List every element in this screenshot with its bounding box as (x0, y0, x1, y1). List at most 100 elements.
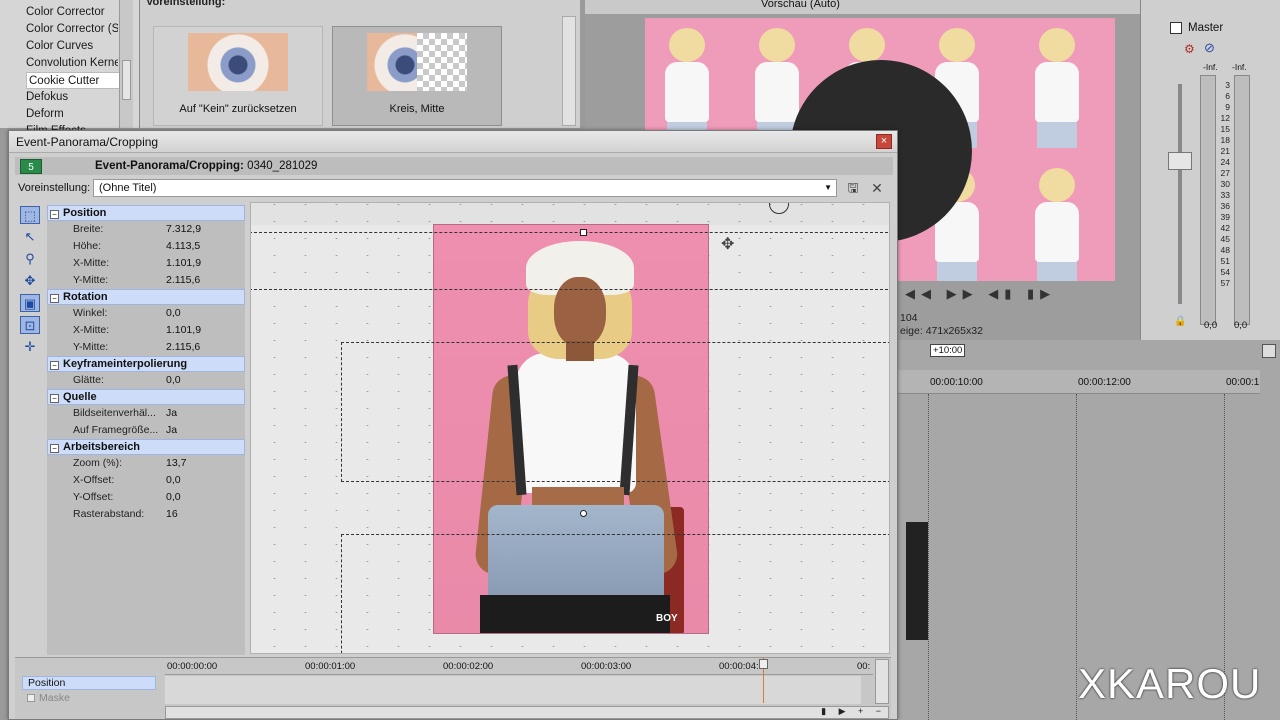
fx-list-item[interactable]: Color Curves (26, 38, 118, 55)
property-row[interactable]: Winkel: 0,0 (47, 305, 245, 322)
property-row[interactable]: Rasterabstand: 16 (47, 506, 245, 523)
watermark-text: XKAROU (1078, 660, 1262, 707)
property-row[interactable]: Auf Framegröße... Ja (47, 422, 245, 439)
collapse-icon[interactable]: − (50, 361, 59, 370)
property-row[interactable]: X-Mitte: 1.101,9 (47, 322, 245, 339)
property-row[interactable]: Bildseitenverhäl... Ja (47, 405, 245, 422)
keyframe-track-lane[interactable] (165, 676, 861, 704)
mask-checkbox[interactable] (27, 694, 35, 702)
meter-scale-tick: 24 (1220, 157, 1230, 167)
zoom-tool-icon[interactable]: ⚲ (20, 250, 40, 268)
preset-label: Voreinstellung: (18, 182, 91, 194)
lock-icon[interactable]: 🔒 (1174, 316, 1186, 327)
property-value[interactable]: 0,0 (166, 372, 181, 389)
property-section-header[interactable]: − Position (47, 205, 245, 221)
property-value[interactable]: 1.101,9 (166, 255, 201, 272)
property-value[interactable]: 7.312,9 (166, 221, 201, 238)
transport-controls[interactable]: ◀◀ ▶▶ ◀▮ ▮▶ (905, 286, 1056, 302)
move-cursor-icon: ✥ (721, 236, 735, 253)
property-section-header[interactable]: − Keyframeinterpolierung (47, 356, 245, 372)
pointer-tool-icon[interactable]: ↖ (20, 228, 40, 246)
property-value[interactable]: 0,0 (166, 305, 181, 322)
preset-scrollbar[interactable] (562, 16, 576, 126)
timeline-mark: 00:00:10:00 (930, 377, 983, 388)
collapse-icon[interactable]: − (50, 394, 59, 403)
property-row[interactable]: Zoom (%): 13,7 (47, 455, 245, 472)
close-button[interactable]: × (876, 134, 892, 149)
meter-peak-right: -Inf. (1232, 62, 1247, 72)
fx-list-item[interactable]: Defokus (26, 89, 118, 106)
figure-body (665, 62, 709, 122)
property-value[interactable]: 2.115,6 (166, 272, 200, 289)
property-value[interactable]: 13,7 (166, 455, 186, 472)
crop-canvas[interactable]: BOY ✥ (250, 202, 890, 654)
keyframe-vertical-scrollbar[interactable] (875, 659, 889, 704)
plugin-chain-badge[interactable]: 5 (20, 159, 42, 174)
property-value[interactable]: Ja (166, 405, 177, 422)
master-fader-track (1178, 84, 1182, 304)
fx-list-item[interactable]: Color Corrector (S (26, 21, 118, 38)
property-value[interactable]: 4.113,5 (166, 238, 200, 255)
crop-handle-top[interactable] (580, 229, 587, 236)
collapse-icon[interactable]: − (50, 294, 59, 303)
property-value[interactable]: 1.101,9 (166, 322, 201, 339)
property-row[interactable]: Y-Mitte: 2.115,6 (47, 272, 245, 289)
property-value[interactable]: 0,0 (166, 489, 181, 506)
move-freely-icon[interactable]: ✛ (20, 338, 40, 356)
normal-edit-tool-icon[interactable]: ⬚ (20, 206, 40, 224)
fx-list-item[interactable]: Cookie Cutter (26, 72, 122, 89)
preset-card-reset[interactable]: Auf "Kein" zurücksetzen (153, 26, 323, 126)
scroll-thumb[interactable] (122, 60, 131, 100)
collapse-icon[interactable]: − (50, 210, 59, 219)
save-preset-icon[interactable]: 🖫 (845, 180, 861, 196)
property-value[interactable]: 0,0 (166, 472, 181, 489)
keyframe-track-mask[interactable]: Maske (22, 691, 156, 705)
property-row[interactable]: Höhe: 4.113,5 (47, 238, 245, 255)
property-row[interactable]: Breite: 7.312,9 (47, 221, 245, 238)
master-checkbox[interactable] (1170, 22, 1182, 34)
move-tool-icon[interactable]: ✥ (20, 272, 40, 290)
property-row[interactable]: Y-Mitte: 2.115,6 (47, 339, 245, 356)
property-section-header[interactable]: − Rotation (47, 289, 245, 305)
property-row[interactable]: Y-Offset: 0,0 (47, 489, 245, 506)
delete-preset-icon[interactable]: ✕ (869, 180, 885, 196)
collapse-icon[interactable]: − (50, 444, 59, 453)
meter-scale-tick: 18 (1220, 135, 1230, 145)
track-event-icons[interactable] (906, 522, 928, 640)
preview-quality-select[interactable]: Vorschau (Auto) (761, 0, 840, 10)
timeline-gridline (928, 394, 929, 720)
maintain-aspect-icon[interactable]: ▣ (20, 294, 40, 312)
keyframe-track-position[interactable]: Position (22, 676, 156, 690)
property-value[interactable]: 16 (166, 506, 178, 523)
keyframe-cursor-handle[interactable] (759, 659, 768, 669)
dialog-titlebar[interactable]: Event-Panorama/Cropping (9, 131, 897, 153)
master-fader-knob[interactable] (1168, 152, 1192, 170)
size-about-center-icon[interactable]: ⊡ (20, 316, 40, 334)
fx-icon[interactable]: ⚙ (1184, 42, 1195, 56)
fx-list-item[interactable]: Color Corrector (26, 4, 118, 21)
figure-head (759, 28, 795, 62)
property-row[interactable]: X-Mitte: 1.101,9 (47, 255, 245, 272)
property-section-header[interactable]: − Arbeitsbereich (47, 439, 245, 455)
keyframe-horizontal-scrollbar[interactable]: ▮ ▶ + − (165, 706, 889, 719)
fx-list-scrollbar[interactable] (119, 0, 133, 128)
header-plugin-name: Event-Panorama/Cropping: (95, 160, 244, 172)
timeline-scroll-button[interactable] (1262, 344, 1276, 358)
property-row[interactable]: X-Offset: 0,0 (47, 472, 245, 489)
meter-scale-tick: 9 (1225, 102, 1230, 112)
preset-card-circle-center[interactable]: Kreis, Mitte (332, 26, 502, 126)
mute-icon[interactable]: ⊘ (1204, 40, 1215, 56)
meter-scale-tick: 6 (1225, 91, 1230, 101)
preset-dropdown[interactable]: (Ohne Titel) ▼ (93, 179, 837, 197)
figure-legs (1037, 262, 1077, 281)
keyframe-nav-buttons[interactable]: ▮ ▶ + − (821, 706, 886, 717)
figure-head (1039, 28, 1075, 62)
center-handle[interactable] (580, 510, 587, 517)
fx-list-item[interactable]: Convolution Kerne (26, 55, 118, 72)
fx-list-item[interactable]: Deform (26, 106, 118, 123)
crop-frame-outline[interactable] (251, 232, 889, 290)
property-row[interactable]: Glätte: 0,0 (47, 372, 245, 389)
property-section-header[interactable]: − Quelle (47, 389, 245, 405)
property-value[interactable]: 2.115,6 (166, 339, 200, 356)
property-value[interactable]: Ja (166, 422, 177, 439)
